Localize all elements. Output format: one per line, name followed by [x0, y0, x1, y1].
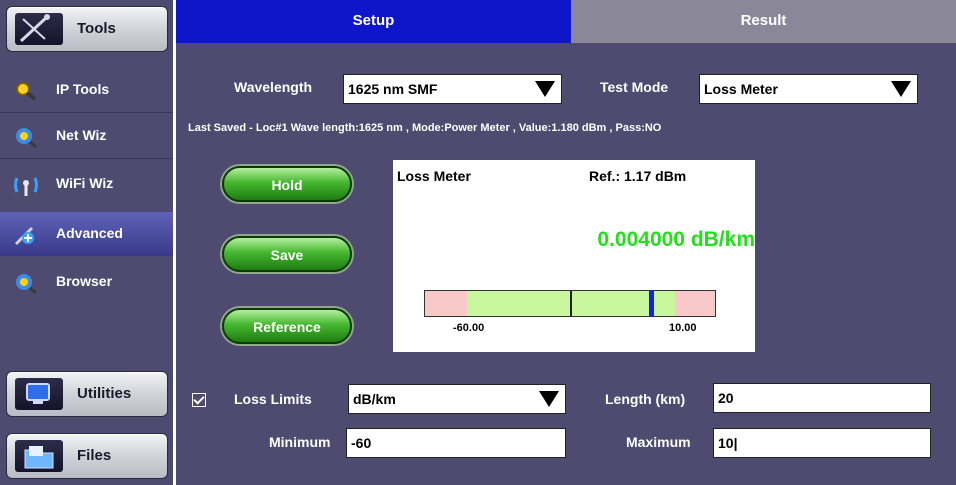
save-button[interactable]: Save [222, 236, 352, 272]
globe-magnifier-icon [14, 272, 38, 295]
antenna-icon [14, 174, 38, 196]
tab-result[interactable]: Result [571, 0, 956, 43]
sidebar-item-label: IP Tools [56, 81, 110, 97]
reading-needle [649, 290, 654, 317]
tools-button[interactable]: Tools [6, 6, 168, 52]
meter-title: Loss Meter [397, 168, 471, 184]
dropdown-arrow-icon [535, 81, 555, 97]
sidebar-item-advanced[interactable]: Advanced [0, 212, 173, 256]
center-tick [570, 291, 572, 316]
minimum-label: Minimum [269, 434, 331, 450]
loss-limits-label: Loss Limits [234, 391, 312, 407]
scale-max-label: 10.00 [669, 322, 697, 334]
length-label: Length (km) [605, 391, 686, 407]
utilities-label: Utilities [77, 385, 132, 402]
globe-magnifier-icon [14, 126, 38, 149]
units-value: dB/km [353, 391, 396, 407]
limit-bar [424, 290, 716, 317]
hold-button[interactable]: Hold [222, 166, 352, 202]
last-saved-status: Last Saved - Loc#1 Wave length:1625 nm ,… [188, 122, 662, 134]
scale-min-label: -60.00 [453, 322, 485, 334]
length-input[interactable]: 20 [713, 383, 931, 413]
minimum-input[interactable]: -60 [346, 428, 566, 458]
maximum-input[interactable]: 10| [713, 428, 931, 458]
setup-panel: Wavelength 1625 nm SMF Test Mode Loss Me… [176, 43, 956, 485]
sidebar-item-label: Net Wiz [56, 127, 107, 143]
utilities-button[interactable]: Utilities [6, 371, 168, 417]
files-button[interactable]: Files [6, 433, 168, 479]
wavelength-value: 1625 nm SMF [348, 81, 438, 97]
sidebar-item-browser[interactable]: Browser [0, 260, 173, 304]
loss-meter-display: Loss Meter Ref.: 1.17 dBm 0.004000 dB/km… [393, 160, 755, 352]
test-mode-value: Loss Meter [704, 81, 778, 97]
tools-label: Tools [77, 20, 116, 37]
files-label: Files [77, 447, 112, 464]
maximum-label: Maximum [626, 434, 691, 450]
wavelength-select[interactable]: 1625 nm SMF [343, 74, 562, 104]
reference-button[interactable]: Reference [222, 308, 352, 344]
folder-icon [15, 440, 63, 472]
units-select[interactable]: dB/km [348, 384, 566, 414]
tools-icon [15, 13, 63, 45]
sidebar-item-label: Advanced [56, 225, 123, 241]
dropdown-arrow-icon [891, 81, 911, 97]
monitor-icon [15, 378, 63, 410]
sidebar-item-label: WiFi Wiz [56, 175, 114, 191]
loss-reading: 0.004000 dB/km [597, 228, 755, 251]
magnifier-icon [14, 80, 38, 102]
sidebar-item-net-wiz[interactable]: Net Wiz [0, 114, 173, 158]
advanced-tool-icon [14, 224, 38, 246]
sidebar-item-wifi-wiz[interactable]: WiFi Wiz [0, 162, 173, 206]
tab-setup[interactable]: Setup [176, 0, 571, 43]
loss-limits-checkbox[interactable] [192, 393, 206, 407]
sidebar-item-label: Browser [56, 273, 113, 289]
reference-value: Ref.: 1.17 dBm [589, 168, 687, 184]
dropdown-arrow-icon [539, 391, 559, 407]
test-mode-label: Test Mode [600, 79, 669, 95]
test-mode-select[interactable]: Loss Meter [699, 74, 918, 104]
sidebar-item-ip-tools[interactable]: IP Tools [0, 68, 173, 112]
wavelength-label: Wavelength [234, 79, 313, 95]
sidebar: Tools IP Tools Net Wiz WiFi Wiz Advanced… [0, 0, 173, 485]
